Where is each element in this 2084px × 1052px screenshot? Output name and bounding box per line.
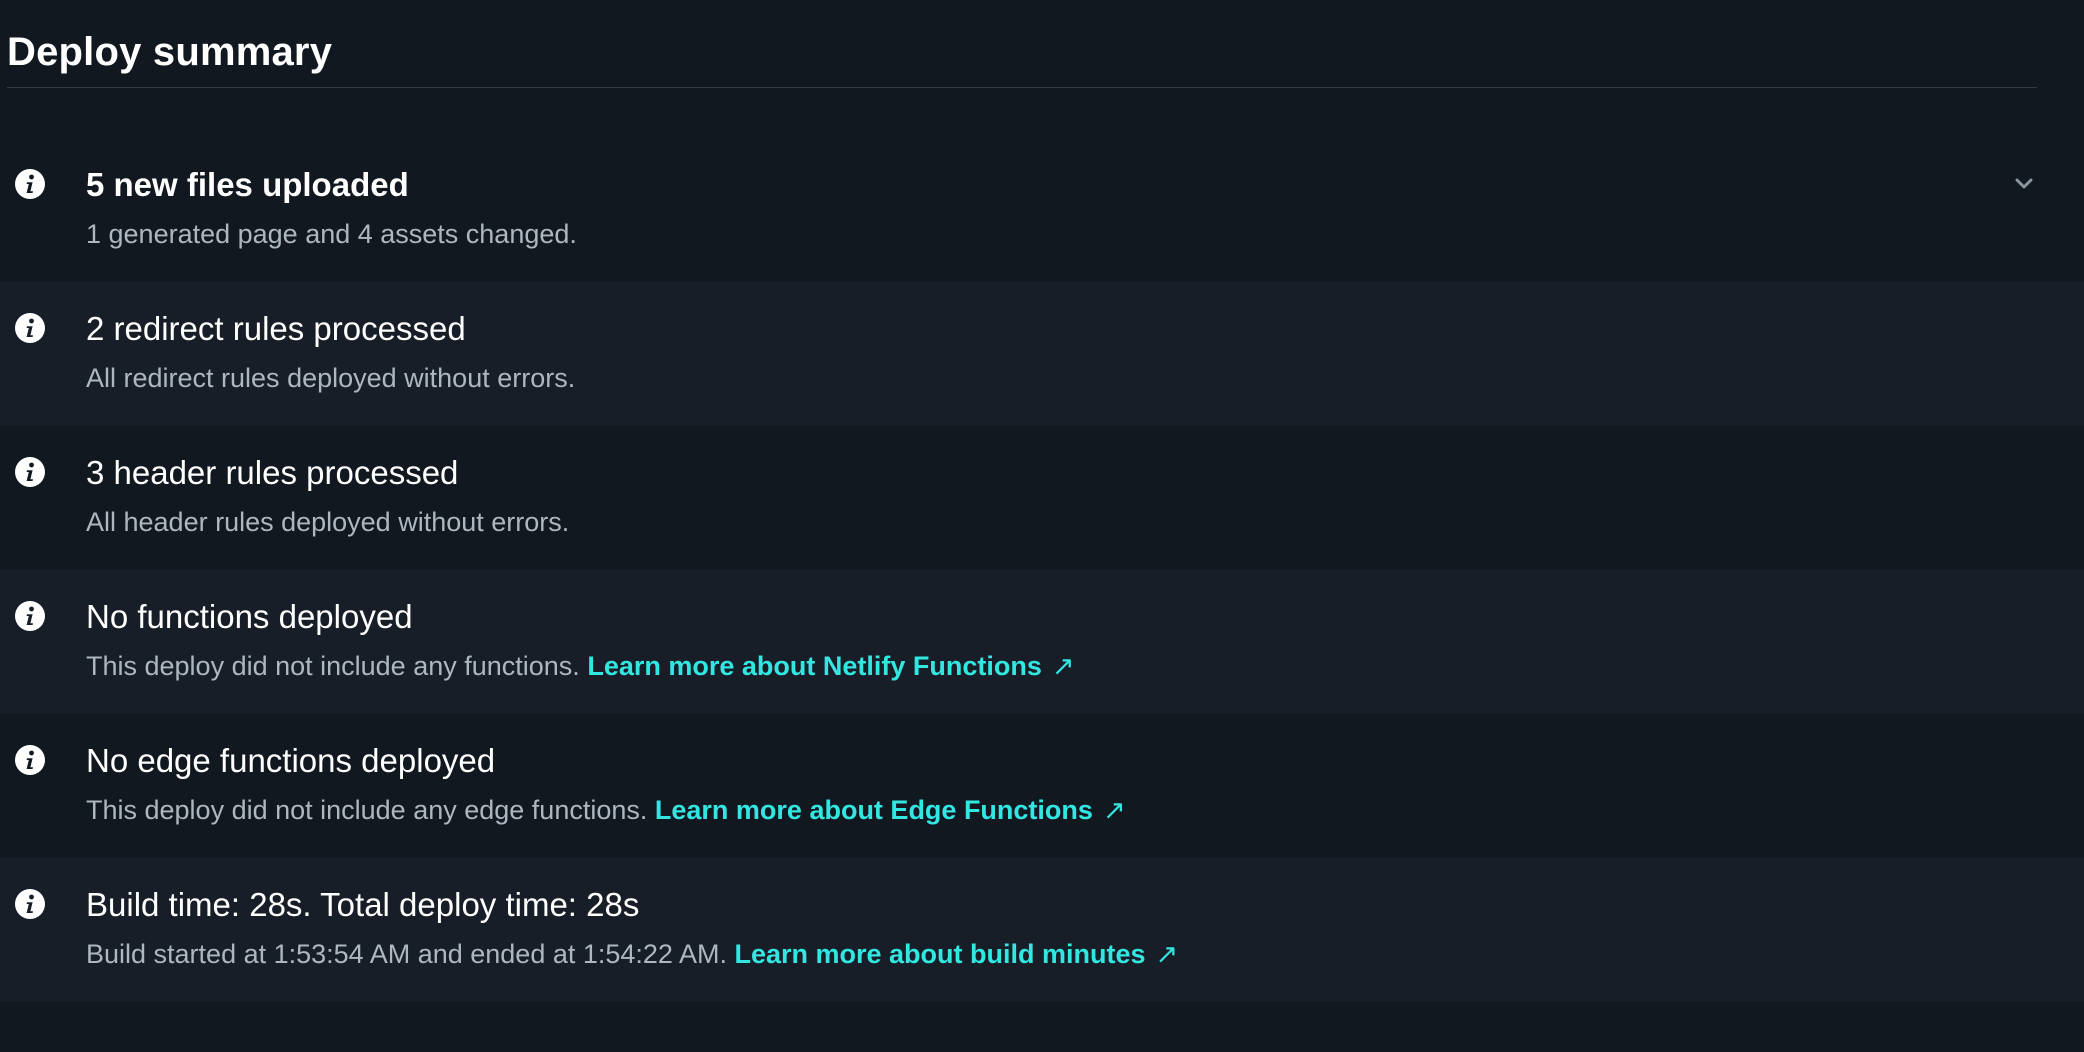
summary-item-description: 1 generated page and 4 assets changed. xyxy=(86,219,577,249)
summary-item-build-time: Build time: 28s. Total deploy time: 28s … xyxy=(0,858,2084,1002)
summary-item-description: This deploy did not include any edge fun… xyxy=(86,795,648,825)
summary-item-header-rules: 3 header rules processed All header rule… xyxy=(0,426,2084,570)
learn-more-edge-functions-link[interactable]: Learn more about Edge Functions ↗ xyxy=(655,795,1126,825)
summary-item-description-row: This deploy did not include any function… xyxy=(86,648,1075,684)
info-icon xyxy=(15,313,45,343)
summary-item-description: All redirect rules deployed without erro… xyxy=(86,363,576,393)
summary-item-title: No edge functions deployed xyxy=(86,742,496,779)
summary-item-description-row: Build started at 1:53:54 AM and ended at… xyxy=(86,936,1178,972)
chevron-down-icon[interactable] xyxy=(2012,172,2036,196)
info-icon xyxy=(15,601,45,631)
summary-item-description: All header rules deployed without errors… xyxy=(86,507,570,537)
external-link-icon[interactable]: ↗ xyxy=(1103,792,1126,828)
deploy-summary-page: Deploy summary 5 new files uploaded 1 ge… xyxy=(0,0,2084,1052)
info-icon xyxy=(15,169,45,199)
summary-item-title: No functions deployed xyxy=(86,598,413,635)
summary-item-title: Build time: 28s. Total deploy time: 28s xyxy=(86,886,640,923)
summary-item-description: Build started at 1:53:54 AM and ended at… xyxy=(86,939,727,969)
link-label[interactable]: Learn more about Edge Functions xyxy=(655,795,1093,825)
info-icon xyxy=(15,457,45,487)
learn-more-build-minutes-link[interactable]: Learn more about build minutes ↗ xyxy=(734,939,1178,969)
summary-item-description-row: This deploy did not include any edge fun… xyxy=(86,792,1126,828)
summary-item-edge-functions: No edge functions deployed This deploy d… xyxy=(0,714,2084,858)
info-icon xyxy=(15,745,45,775)
page-title: Deploy summary xyxy=(7,30,333,74)
summary-item-title: 5 new files uploaded xyxy=(86,166,409,203)
summary-item-redirect-rules: 2 redirect rules processed All redirect … xyxy=(0,282,2084,426)
summary-item-title: 2 redirect rules processed xyxy=(86,310,466,347)
summary-item-files-uploaded[interactable]: 5 new files uploaded 1 generated page an… xyxy=(0,138,2084,282)
info-icon xyxy=(15,889,45,919)
learn-more-netlify-functions-link[interactable]: Learn more about Netlify Functions ↗ xyxy=(587,651,1074,681)
summary-item-description: This deploy did not include any function… xyxy=(86,651,580,681)
summary-item-functions: No functions deployed This deploy did no… xyxy=(0,570,2084,714)
summary-item-title: 3 header rules processed xyxy=(86,454,459,491)
deploy-summary-list: 5 new files uploaded 1 generated page an… xyxy=(0,138,2084,1002)
external-link-icon[interactable]: ↗ xyxy=(1156,936,1179,972)
title-divider xyxy=(7,87,2037,88)
link-label[interactable]: Learn more about build minutes xyxy=(734,939,1145,969)
link-label[interactable]: Learn more about Netlify Functions xyxy=(587,651,1042,681)
external-link-icon[interactable]: ↗ xyxy=(1052,648,1075,684)
